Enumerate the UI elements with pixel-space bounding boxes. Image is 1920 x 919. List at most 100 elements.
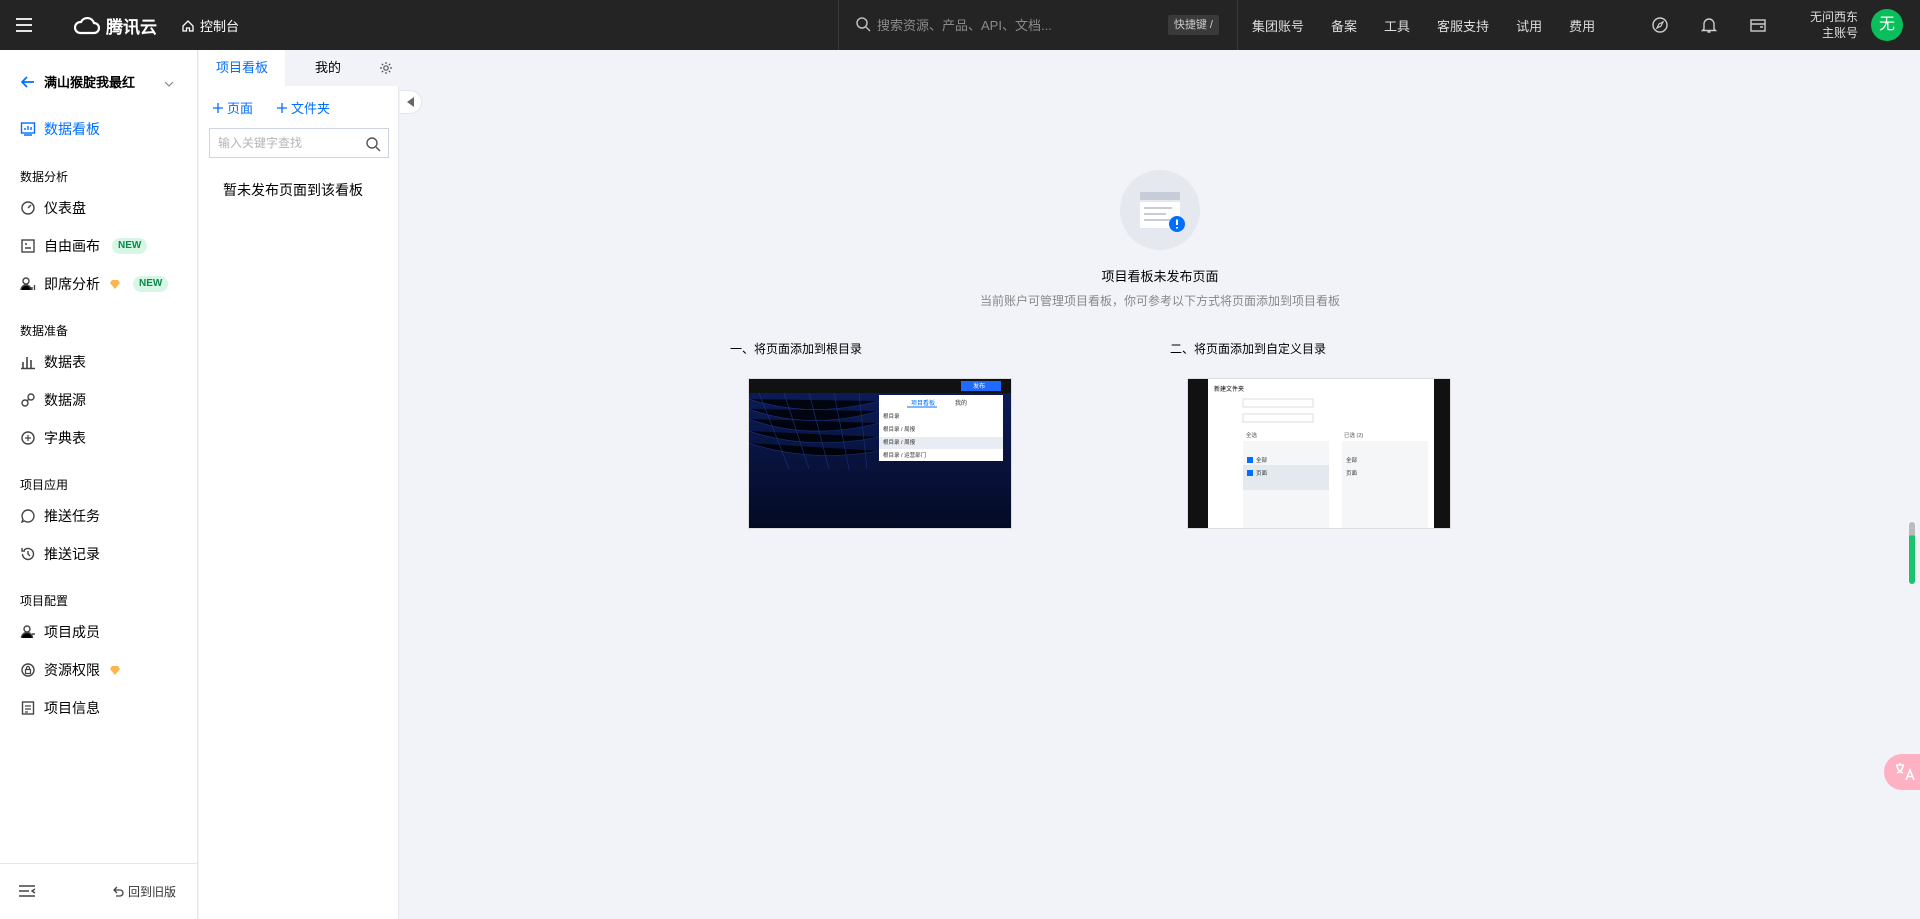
nav-billing[interactable]: 费用 xyxy=(1569,16,1595,35)
brand-logo[interactable]: 腾讯云 xyxy=(74,13,157,38)
board-search-input[interactable] xyxy=(218,135,358,151)
tab-project-board[interactable]: 项目看板 xyxy=(199,50,285,86)
shot2-dialog-title: 新建文件夹 xyxy=(1214,387,1245,393)
empty-state-illustration xyxy=(1120,170,1200,250)
shot1-row: 根目录 xyxy=(883,414,900,420)
brand-name: 腾讯云 xyxy=(106,18,157,37)
shot1-row: 根目录 / 运营部门 xyxy=(883,453,927,459)
undo-icon xyxy=(113,886,124,897)
sidebar-item-dashboard[interactable]: 仪表盘 xyxy=(20,197,86,219)
sidebar-item-label: 项目信息 xyxy=(44,700,100,716)
add-folder-button[interactable]: 文件夹 xyxy=(277,98,330,117)
scroll-indicator[interactable] xyxy=(1909,522,1915,584)
history-icon xyxy=(20,546,36,562)
sidebar-item-project-info[interactable]: 项目信息 xyxy=(20,697,100,719)
chat-icon xyxy=(20,508,36,524)
guide-image-custom-directory: 新建文件夹 全选 已选 (2) 全部 页面 全部 页面 xyxy=(1187,378,1451,529)
sidebar-item-label: 资源权限 xyxy=(44,662,100,678)
sidebar-item-members[interactable]: 项目成员 xyxy=(20,621,100,643)
publish-button: 发布 xyxy=(973,384,986,390)
left-sidebar: 满山猴腚我最红 数据看板 数据分析 仪表盘 自由画布 NEW 即席分析 NEW … xyxy=(0,50,198,919)
bell-icon[interactable] xyxy=(1700,16,1718,34)
menu-icon[interactable] xyxy=(14,15,34,35)
caret-left-icon xyxy=(406,97,414,107)
shot2-row: 页面 xyxy=(1256,471,1268,477)
avatar[interactable]: 无 xyxy=(1871,9,1903,41)
collapse-panel-handle[interactable] xyxy=(400,90,422,114)
collapse-sidebar-icon[interactable] xyxy=(18,884,36,898)
lock-icon xyxy=(20,662,36,678)
shot1-row: 根目录 / 局报 xyxy=(883,427,916,433)
sidebar-item-data-table[interactable]: 数据表 xyxy=(20,351,86,373)
project-name: 满山猴腚我最红 xyxy=(44,75,136,90)
nav-tools[interactable]: 工具 xyxy=(1384,16,1410,35)
sidebar-item-label: 数据表 xyxy=(44,354,86,370)
arrow-left-icon xyxy=(20,75,34,88)
step-1-title: 一、将页面添加到根目录 xyxy=(730,342,863,356)
premium-diamond-icon xyxy=(110,665,120,675)
nav-group-account[interactable]: 集团账号 xyxy=(1252,16,1304,35)
cart-icon[interactable] xyxy=(1749,16,1767,34)
console-link[interactable]: 控制台 xyxy=(181,16,239,35)
shot1-tab-mine: 我的 xyxy=(955,401,968,407)
step-2-title: 二、将页面添加到自定义目录 xyxy=(1170,342,1327,356)
sidebar-item-label: 项目成员 xyxy=(44,624,100,640)
shortcut-hint: 快捷键 / xyxy=(1167,15,1219,35)
user-info[interactable]: 无问西东 主账号 xyxy=(1800,9,1858,41)
shot1-tab-board: 项目看板 xyxy=(911,401,936,407)
sidebar-item-label: 推送任务 xyxy=(44,508,100,524)
global-search: 快捷键 / xyxy=(838,0,1238,50)
bar-chart-icon xyxy=(20,354,36,370)
shot1-row: 根目录 / 周报 xyxy=(883,440,916,446)
sidebar-item-label: 仪表盘 xyxy=(44,200,86,216)
sidebar-item-data-board[interactable]: 数据看板 xyxy=(20,118,100,140)
shot2-row: 全部 xyxy=(1256,458,1268,464)
document-icon xyxy=(20,700,36,716)
sidebar-item-label: 数据看板 xyxy=(44,121,100,137)
translate-float-button[interactable] xyxy=(1884,754,1920,790)
gear-icon[interactable] xyxy=(379,61,393,75)
board-search xyxy=(209,128,389,158)
add-page-button[interactable]: 页面 xyxy=(213,98,253,117)
empty-state-description: 当前账户可管理项目看板，你可参考以下方式将页面添加到项目看板 xyxy=(979,294,1340,308)
new-badge: NEW xyxy=(112,238,148,254)
canvas-icon xyxy=(20,238,36,254)
translate-icon xyxy=(1896,763,1915,781)
group-title-app: 项目应用 xyxy=(20,478,69,492)
old-version-label: 回到旧版 xyxy=(128,885,177,899)
top-bar: 腾讯云 控制台 快捷键 / 集团账号 备案 工具 客服支持 试用 费用 无问西东… xyxy=(0,0,1920,50)
project-switcher[interactable]: 满山猴腚我最红 xyxy=(20,72,135,91)
compass-icon[interactable] xyxy=(1651,16,1669,34)
sidebar-item-label: 字典表 xyxy=(44,430,86,446)
panel-actions: 页面 文件夹 xyxy=(213,98,330,117)
cloud-logo-icon xyxy=(74,16,100,34)
global-search-input[interactable] xyxy=(877,14,1147,36)
search-icon[interactable] xyxy=(365,136,381,152)
empty-state-title: 项目看板未发布页面 xyxy=(1101,269,1219,284)
sidebar-item-data-source[interactable]: 数据源 xyxy=(20,389,86,411)
nav-support[interactable]: 客服支持 xyxy=(1437,16,1489,35)
sidebar-item-push-task[interactable]: 推送任务 xyxy=(20,505,100,527)
shot2-right-label: 已选 (2) xyxy=(1344,433,1364,439)
old-version-link[interactable]: 回到旧版 xyxy=(112,883,176,900)
user-icon xyxy=(20,624,36,640)
gauge-icon xyxy=(20,200,36,216)
user-name: 无问西东 xyxy=(1809,10,1858,24)
chevron-down-icon[interactable] xyxy=(164,80,174,88)
sidebar-item-label: 自由画布 xyxy=(44,238,100,254)
dictionary-icon xyxy=(20,430,36,446)
group-title-analysis: 数据分析 xyxy=(20,170,69,184)
nav-trial[interactable]: 试用 xyxy=(1516,16,1542,35)
plus-icon xyxy=(213,102,223,113)
sidebar-item-permissions[interactable]: 资源权限 xyxy=(20,659,121,681)
sidebar-item-free-canvas[interactable]: 自由画布 NEW xyxy=(20,235,148,257)
tab-mine[interactable]: 我的 xyxy=(285,50,371,86)
board-tabs: 项目看板 我的 xyxy=(199,50,399,86)
nav-icp-filing[interactable]: 备案 xyxy=(1331,16,1357,35)
sidebar-item-dictionary[interactable]: 字典表 xyxy=(20,427,86,449)
group-title-prep: 数据准备 xyxy=(20,324,69,338)
sidebar-item-push-record[interactable]: 推送记录 xyxy=(20,543,100,565)
guide-image-root-directory: 发布 项目看板 我的 根目录 根目录 / 局报 根目录 / 周报 根目录 / 运… xyxy=(748,378,1012,529)
dashboard-icon xyxy=(20,121,36,137)
sidebar-item-label: 数据源 xyxy=(44,392,86,408)
